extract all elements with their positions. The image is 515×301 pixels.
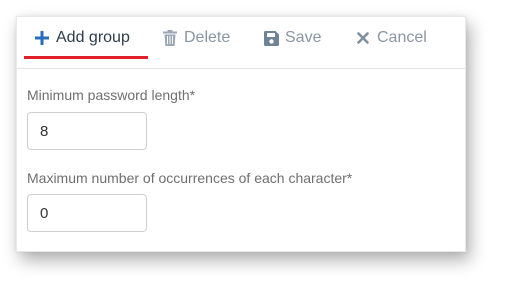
password-policy-panel: Add group Delete Save Cancel Minimum pas… <box>16 16 466 252</box>
max-char-occurrences-input[interactable] <box>27 194 147 232</box>
trash-icon <box>162 30 178 46</box>
save-button[interactable]: Save <box>263 17 321 59</box>
cancel-button[interactable]: Cancel <box>355 17 427 59</box>
close-icon <box>355 30 371 46</box>
delete-label: Delete <box>184 29 231 46</box>
toolbar: Add group Delete Save Cancel <box>17 17 465 69</box>
max-char-occurrences-label: Maximum number of occurrences of each ch… <box>27 170 353 186</box>
min-password-length-input[interactable] <box>27 112 147 150</box>
add-group-button[interactable]: Add group <box>34 17 130 59</box>
add-group-label: Add group <box>56 29 130 46</box>
floppy-disk-icon <box>263 30 279 46</box>
cancel-label: Cancel <box>377 29 427 46</box>
min-password-length-label: Minimum password length* <box>27 87 196 103</box>
save-label: Save <box>285 29 322 46</box>
delete-button[interactable]: Delete <box>162 17 230 59</box>
plus-icon <box>34 30 50 46</box>
active-tab-indicator <box>24 56 148 59</box>
